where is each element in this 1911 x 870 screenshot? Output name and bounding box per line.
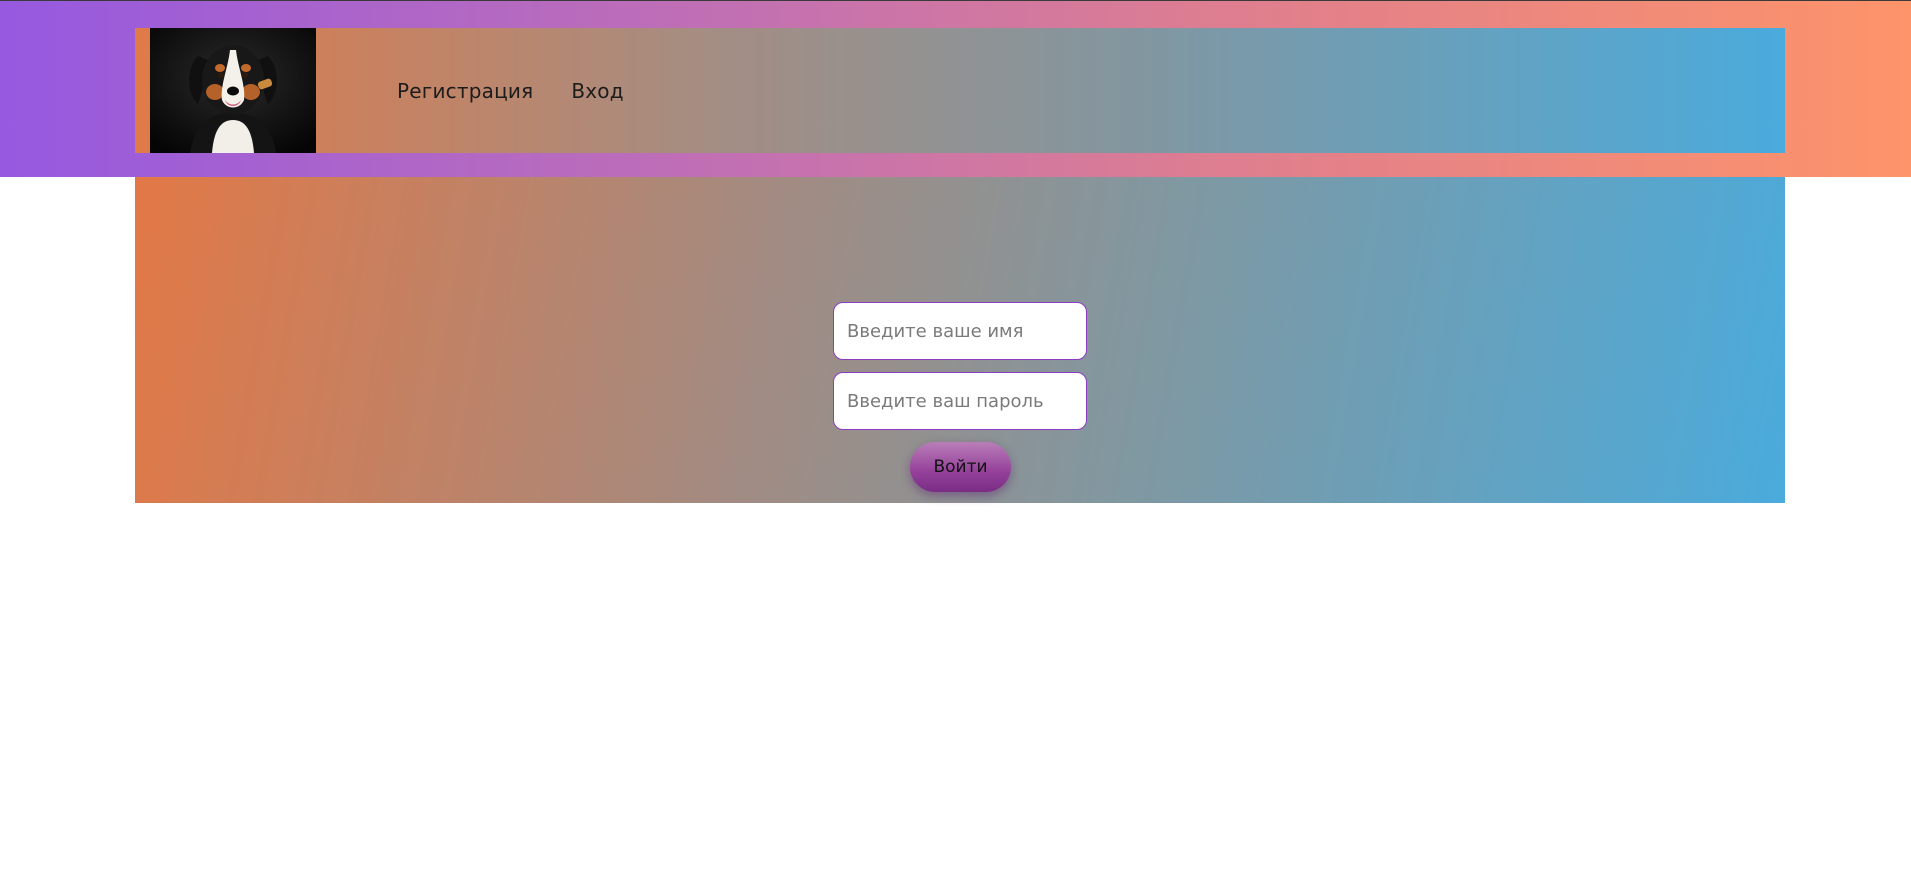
- login-button[interactable]: Войти: [910, 442, 1011, 492]
- nav-login-link[interactable]: Вход: [571, 79, 623, 103]
- logo-dog-image[interactable]: [150, 28, 316, 153]
- dog-illustration: [150, 28, 316, 153]
- main-nav: Регистрация Вход: [397, 28, 624, 153]
- nav-register-link[interactable]: Регистрация: [397, 79, 533, 103]
- login-panel: Войти: [135, 177, 1785, 503]
- login-form: Войти: [833, 302, 1087, 492]
- password-input[interactable]: [833, 372, 1087, 430]
- header-bar: Регистрация Вход: [135, 28, 1785, 153]
- site-header: Регистрация Вход: [0, 1, 1911, 177]
- name-input[interactable]: [833, 302, 1087, 360]
